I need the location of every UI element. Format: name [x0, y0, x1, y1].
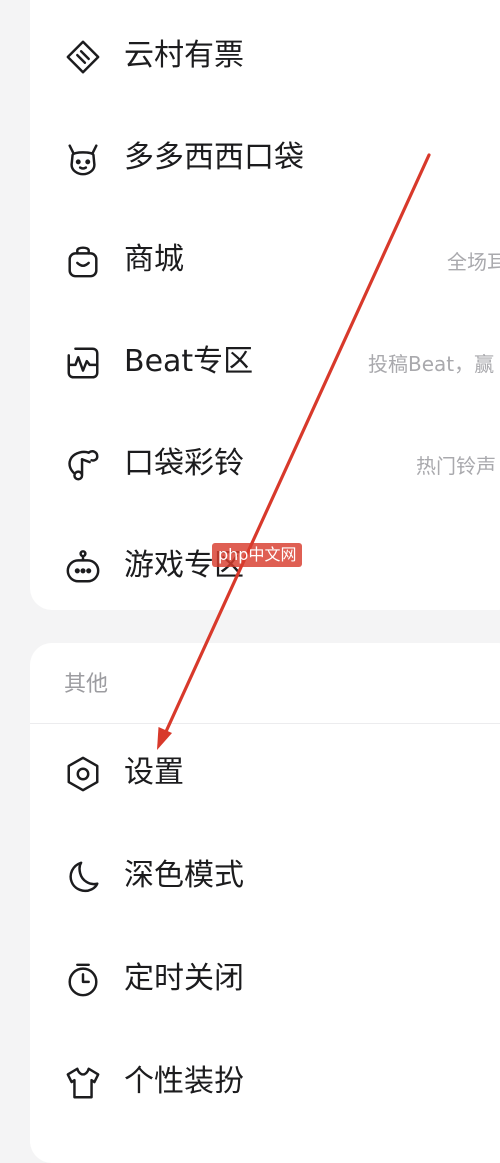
menu-item-label: 定时关闭 — [124, 961, 244, 996]
menu-item-sleep-timer[interactable]: 定时关闭 — [30, 929, 500, 1029]
menu-item-beat-zone[interactable]: Beat专区 投稿Beat，赢 — [30, 312, 500, 412]
settings-hexagon-icon — [64, 755, 102, 793]
deer-head-icon — [64, 140, 102, 178]
menu-item-label: 云村有票 — [124, 38, 244, 73]
menu-item-settings[interactable]: 设置 — [30, 723, 500, 823]
menu-item-subtitle: 全场耳 — [447, 250, 500, 274]
menu-item-label: 商城 — [124, 242, 184, 277]
menu-item-personal-dressup[interactable]: 个性装扮 — [30, 1032, 500, 1132]
timer-icon — [64, 961, 102, 999]
menu-item-subtitle: 热门铃声 — [416, 454, 496, 478]
menu-card-other: 其他 设置 深色模式 定时关闭 个性装扮 — [30, 643, 500, 1163]
menu-item-label: 深色模式 — [124, 858, 244, 893]
menu-card-services: 云村有票 多多西西口袋 商城 全场耳 Beat专区 投稿Beat，赢 口袋彩铃 … — [30, 0, 500, 610]
section-title-other: 其他 — [64, 672, 109, 697]
shopping-bag-icon — [64, 242, 102, 280]
menu-item-dark-mode[interactable]: 深色模式 — [30, 826, 500, 926]
gamepad-icon — [64, 548, 102, 586]
menu-item-subtitle: 投稿Beat，赢 — [368, 352, 495, 376]
menu-item-duoduo-pocket[interactable]: 多多西西口袋 — [30, 108, 500, 208]
menu-item-label: 口袋彩铃 — [124, 446, 244, 481]
menu-item-label: Beat专区 — [124, 344, 254, 379]
menu-item-label: 多多西西口袋 — [124, 140, 304, 175]
menu-item-mall[interactable]: 商城 全场耳 — [30, 210, 500, 310]
moon-icon — [64, 858, 102, 896]
tshirt-icon — [64, 1064, 102, 1102]
menu-item-label: 设置 — [124, 755, 184, 790]
menu-item-pocket-ringtone[interactable]: 口袋彩铃 热门铃声 — [30, 414, 500, 514]
menu-item-yuncun-tickets[interactable]: 云村有票 — [30, 6, 500, 106]
watermark: php中文网 — [212, 543, 303, 567]
beat-wave-icon — [64, 344, 102, 382]
ticket-icon — [64, 38, 102, 76]
music-note-icon — [64, 446, 102, 484]
menu-item-label: 个性装扮 — [124, 1064, 244, 1099]
